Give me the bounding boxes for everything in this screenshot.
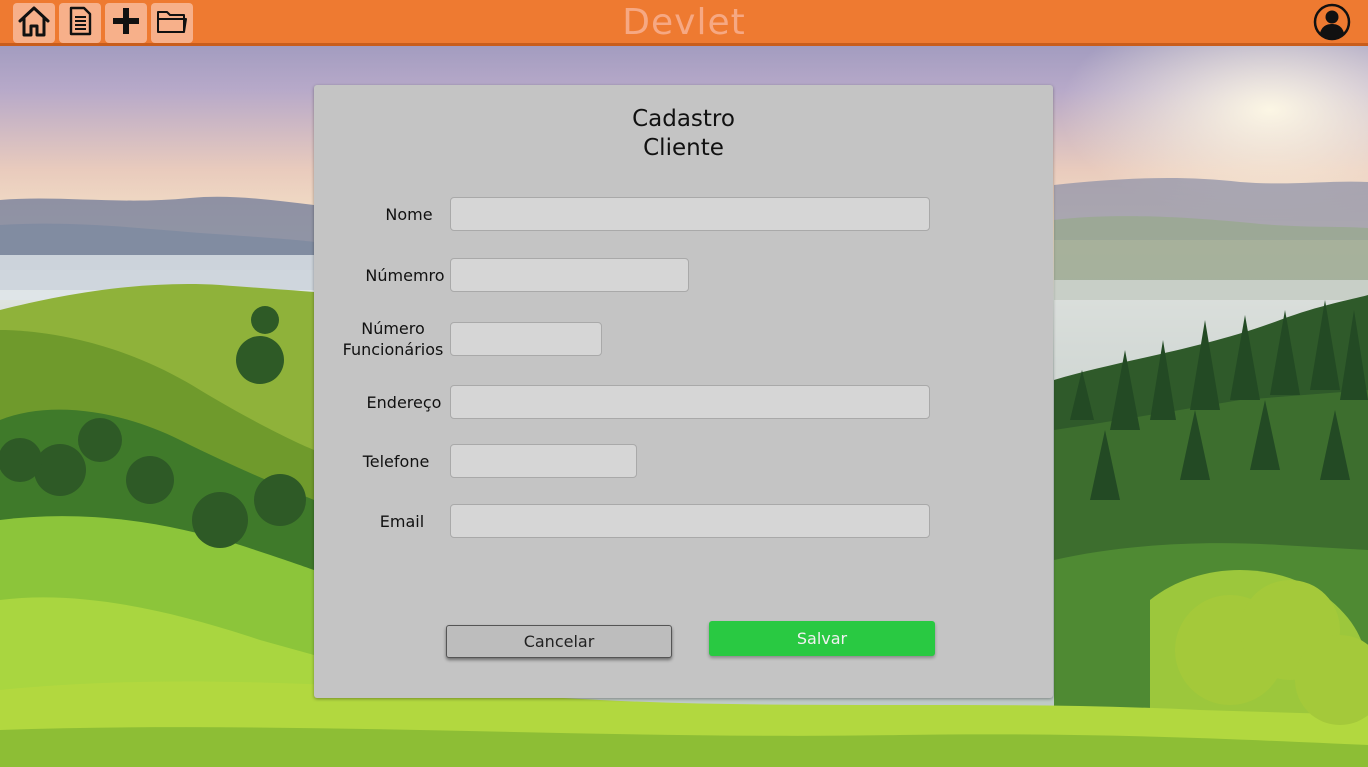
endereco-input[interactable]: [450, 385, 930, 419]
client-registration-form: Cadastro Cliente Nome Númemro Número Fun…: [314, 85, 1053, 698]
plus-icon: [111, 6, 141, 41]
document-icon: [66, 6, 94, 41]
cancel-button[interactable]: Cancelar: [446, 625, 672, 658]
email-label: Email: [379, 512, 425, 531]
email-input[interactable]: [450, 504, 930, 538]
app-window: Devlet Cadastro Cliente Nome Númemro Núm…: [0, 0, 1368, 767]
app-title: Devlet: [622, 2, 746, 43]
numero-label: Númemro: [365, 266, 445, 285]
user-account-icon: [1313, 3, 1351, 46]
numero-funcionarios-label: Número Funcionários: [338, 318, 448, 360]
folder-icon: [156, 7, 188, 40]
endereco-label: Endereço: [366, 393, 442, 412]
nome-input[interactable]: [450, 197, 930, 231]
form-title-line2: Cliente: [643, 135, 724, 161]
save-button[interactable]: Salvar: [709, 621, 935, 656]
nome-label: Nome: [385, 205, 433, 224]
open-folder-button[interactable]: [151, 3, 193, 43]
user-account-button[interactable]: [1313, 3, 1351, 46]
home-icon: [16, 4, 52, 43]
numero-input[interactable]: [450, 258, 689, 292]
numero-funcionarios-label-line2: Funcionários: [342, 340, 444, 359]
add-button[interactable]: [105, 3, 147, 43]
top-toolbar: Devlet: [0, 0, 1368, 46]
numero-funcionarios-input[interactable]: [450, 322, 602, 356]
telefone-input[interactable]: [450, 444, 637, 478]
form-title: Cadastro Cliente: [314, 105, 1053, 163]
documents-button[interactable]: [59, 3, 101, 43]
numero-funcionarios-label-line1: Número: [361, 319, 425, 338]
form-title-line1: Cadastro: [632, 106, 735, 132]
home-button[interactable]: [13, 3, 55, 43]
telefone-label: Telefone: [362, 452, 430, 471]
